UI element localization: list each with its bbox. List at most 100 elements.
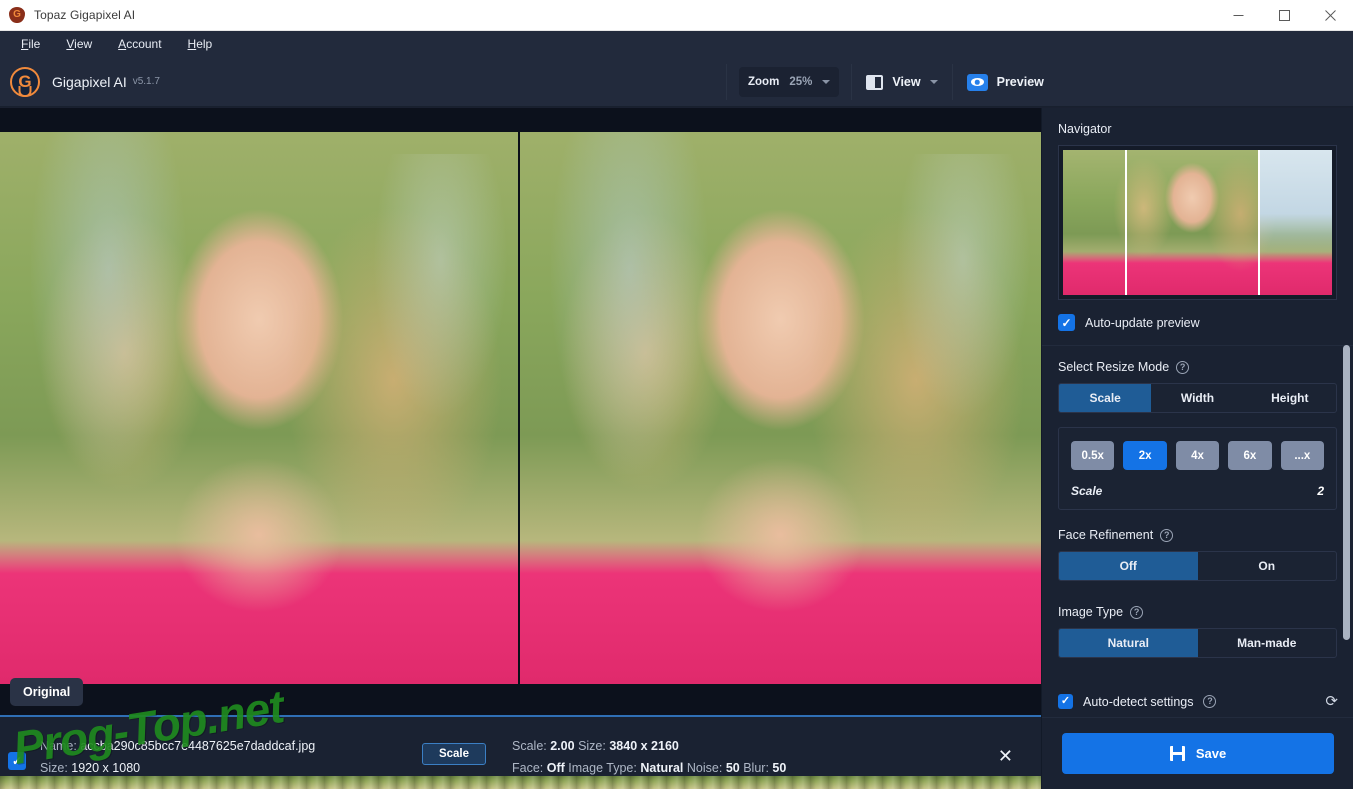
summary-face-label: Face:: [512, 761, 544, 775]
scale-preset-6x[interactable]: 6x: [1228, 441, 1272, 470]
eye-icon: [966, 73, 988, 91]
preview-label: Preview: [996, 75, 1044, 89]
view-button[interactable]: View: [852, 67, 951, 97]
image-canvas[interactable]: Original: [0, 108, 1041, 715]
original-badge: Original: [10, 678, 84, 706]
menu-account-rest: ccount: [126, 37, 162, 51]
resize-mode-segmented-control: Scale Width Height: [1058, 383, 1337, 413]
file-name-label: Name:: [40, 739, 77, 753]
view-label: View: [892, 75, 921, 89]
scale-preset-0-5x[interactable]: 0.5x: [1071, 441, 1115, 470]
file-metadata: Name: accba290c85bcc7e4487625e7daddcaf.j…: [40, 735, 315, 779]
scale-presets-card: 0.5x 2x 4x 6x ...x Scale 2: [1058, 427, 1337, 510]
face-refinement-section: Face Refinement ? Off On: [1042, 514, 1353, 581]
navigator-viewport-rect[interactable]: [1125, 150, 1260, 295]
brand-version: v5.1.7: [132, 76, 160, 87]
file-name-value: accba290c85bcc7e4487625e7daddcaf.jpg: [80, 739, 316, 753]
right-sidebar: Navigator ✓ Auto-update preview Select R…: [1041, 108, 1353, 789]
image-type-option-natural[interactable]: Natural: [1059, 629, 1198, 657]
navigator-thumbnail[interactable]: [1058, 145, 1337, 300]
image-type-title-text: Image Type: [1058, 605, 1124, 619]
summary-noise-value: 50: [725, 761, 740, 775]
refresh-icon[interactable]: ⟳: [1325, 694, 1338, 709]
auto-update-preview-checkbox[interactable]: ✓: [1058, 314, 1075, 331]
zoom-label: Zoom: [748, 76, 780, 88]
navigator-section: Navigator: [1042, 108, 1353, 300]
auto-update-preview-row[interactable]: ✓ Auto-update preview: [1058, 300, 1337, 345]
image-type-option-man-made[interactable]: Man-made: [1198, 629, 1337, 657]
close-file-icon[interactable]: ✕: [998, 747, 1013, 765]
menu-view-rest: iew: [74, 37, 93, 51]
summary-noise-label: Noise:: [686, 761, 723, 775]
split-view-icon: [866, 74, 884, 90]
navigator-title: Navigator: [1058, 108, 1337, 145]
original-image: [0, 132, 518, 684]
preview-image-pane[interactable]: [520, 132, 1041, 684]
help-icon[interactable]: ?: [1203, 695, 1217, 708]
menu-item-account[interactable]: Account: [105, 33, 174, 55]
summary-scale-value: 2.00: [550, 739, 575, 753]
summary-scale-label: Scale:: [512, 739, 547, 753]
scale-value-number[interactable]: 2: [1317, 484, 1324, 498]
summary-blur-value: 50: [772, 761, 787, 775]
brand: G Gigapixel AI v5.1.7: [0, 66, 160, 97]
help-icon[interactable]: ?: [1130, 605, 1144, 619]
zoom-value: 25%: [789, 76, 813, 88]
auto-detect-settings-checkbox[interactable]: ✓: [1058, 694, 1073, 709]
summary-size-label: Size:: [578, 739, 606, 753]
brand-logo-letter: G: [18, 72, 32, 91]
resize-mode-section: Select Resize Mode ? Scale Width Height …: [1042, 346, 1353, 510]
save-floppy-icon: [1169, 746, 1185, 761]
save-button[interactable]: Save: [1062, 733, 1334, 774]
menu-file-rest: ile: [28, 37, 41, 51]
scale-value-row: Scale 2: [1071, 484, 1324, 498]
face-refinement-option-on[interactable]: On: [1198, 552, 1337, 580]
scale-preset-4x[interactable]: 4x: [1175, 441, 1220, 470]
menu-item-file[interactable]: File: [8, 33, 53, 55]
scale-tag-button[interactable]: Scale: [422, 743, 486, 765]
auto-detect-settings-row[interactable]: ✓ Auto-detect settings ? ⟳: [1042, 694, 1353, 709]
image-type-title: Image Type ?: [1058, 591, 1337, 628]
settings-row-1: Scale: 2.00 Size: 3840 x 2160: [512, 735, 786, 757]
scale-preset-2x[interactable]: 2x: [1123, 441, 1167, 470]
scale-preset-buttons: 0.5x 2x 4x 6x ...x: [1071, 441, 1325, 470]
app-logo-icon: G: [9, 7, 25, 23]
face-refinement-option-off[interactable]: Off: [1059, 552, 1198, 580]
menu-item-view[interactable]: View: [53, 33, 105, 55]
face-refinement-segmented-control: Off On: [1058, 551, 1337, 581]
file-name-row: Name: accba290c85bcc7e4487625e7daddcaf.j…: [40, 735, 315, 757]
preview-button[interactable]: Preview: [953, 67, 1058, 97]
header-divider-left: [726, 64, 727, 100]
auto-update-preview-label: Auto-update preview: [1085, 315, 1200, 330]
resize-mode-title-text: Select Resize Mode: [1058, 360, 1170, 374]
header-controls: Zoom 25% View Preview: [726, 57, 1058, 107]
file-size-label: Size:: [40, 761, 68, 775]
app-logo-letter: G: [13, 9, 21, 20]
auto-detect-settings-label: Auto-detect settings: [1083, 694, 1194, 709]
image-type-section: Image Type ? Natural Man-made: [1042, 591, 1353, 658]
minimize-button[interactable]: [1215, 0, 1261, 31]
zoom-control[interactable]: Zoom 25%: [739, 67, 840, 97]
resize-mode-option-scale[interactable]: Scale: [1059, 384, 1152, 412]
face-refinement-title-text: Face Refinement: [1058, 528, 1154, 542]
navigator-image-sky: [1259, 150, 1332, 257]
maximize-button[interactable]: [1261, 0, 1307, 31]
help-icon[interactable]: ?: [1160, 528, 1174, 542]
summary-blur-label: Blur:: [743, 761, 769, 775]
file-selected-checkbox[interactable]: ✓: [8, 752, 26, 770]
close-button[interactable]: [1307, 0, 1353, 31]
chevron-down-icon[interactable]: [929, 80, 938, 84]
gigapixel-logo-icon: G: [10, 66, 40, 97]
preview-image: [520, 132, 1041, 684]
resize-mode-option-height[interactable]: Height: [1244, 384, 1336, 412]
scale-preset-custom[interactable]: ...x: [1280, 441, 1325, 470]
resize-mode-option-width[interactable]: Width: [1151, 384, 1243, 412]
summary-image-type-label: Image Type:: [568, 761, 637, 775]
original-image-pane[interactable]: [0, 132, 518, 684]
menu-item-help[interactable]: Help: [175, 33, 226, 55]
chevron-down-icon[interactable]: [822, 80, 831, 84]
summary-face-value: Off: [546, 761, 565, 775]
auto-update-section: ✓ Auto-update preview: [1042, 300, 1353, 345]
sidebar-scrollbar[interactable]: [1343, 345, 1350, 640]
help-icon[interactable]: ?: [1176, 360, 1190, 374]
